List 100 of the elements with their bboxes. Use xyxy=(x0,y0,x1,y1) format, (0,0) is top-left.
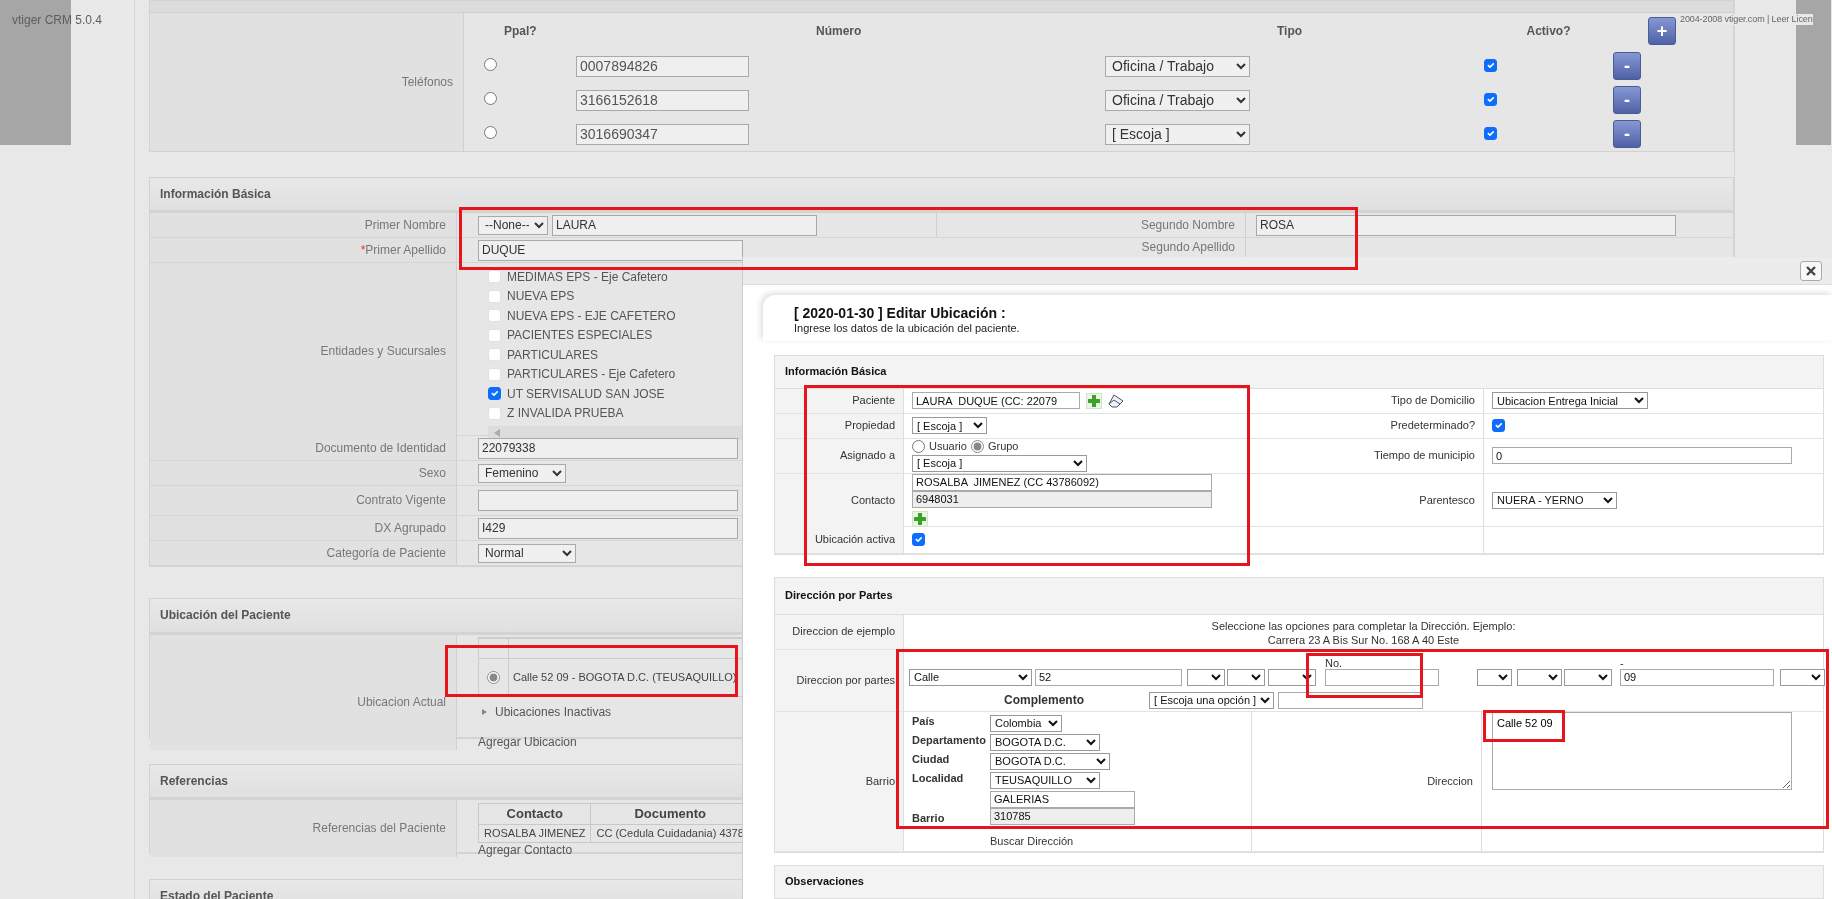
checkbox[interactable] xyxy=(1484,92,1497,106)
dropdown[interactable]: Femenino xyxy=(478,463,566,483)
dropdown[interactable] xyxy=(1187,669,1225,686)
dropdown[interactable]: [ Escoja ] xyxy=(912,454,1087,472)
required-mark: * xyxy=(360,242,366,258)
dropdown[interactable]: Oficina / Trabajo xyxy=(1105,89,1250,111)
remove-button[interactable]: - xyxy=(1613,86,1641,114)
field-label: Ubicación activa xyxy=(814,533,895,547)
text-field[interactable]: 09 xyxy=(1620,669,1774,686)
radio-button[interactable] xyxy=(484,91,497,105)
option-label: Usuario xyxy=(929,440,967,454)
checkbox[interactable] xyxy=(912,533,925,547)
dropdown[interactable] xyxy=(1780,669,1825,686)
dropdown[interactable] xyxy=(1477,669,1512,686)
field-label: Contrato Vigente xyxy=(356,493,446,508)
add-location-link[interactable]: Agregar Ubicacion xyxy=(478,735,577,750)
text-field[interactable] xyxy=(478,490,738,511)
remove-button[interactable]: - xyxy=(1613,52,1641,80)
field-label: Primer Apellido xyxy=(365,242,446,258)
dropdown[interactable] xyxy=(1517,669,1562,686)
dialog-title: [ 2020-01-30 ] Editar Ubicación : xyxy=(794,305,1007,322)
dropdown[interactable]: Oficina / Trabajo xyxy=(1105,55,1250,77)
dropdown[interactable]: Ubicacion Entrega Inicial xyxy=(1492,392,1648,410)
scroll-left-icon xyxy=(494,429,500,437)
dropdown[interactable]: TEUSAQUILLO xyxy=(990,772,1100,789)
column-header: Contacto xyxy=(506,806,563,821)
field-label: Barrio xyxy=(865,774,895,789)
entity-label: Z INVALIDA PRUEBA xyxy=(507,406,624,421)
section-header: Información Básica xyxy=(775,356,1823,389)
text-field[interactable]: 22079338 xyxy=(478,437,738,459)
footer-text: 2004-2008 vtiger.com | Leer Licen xyxy=(1680,14,1813,25)
checkbox[interactable] xyxy=(1484,58,1497,72)
radio-button[interactable] xyxy=(970,440,984,454)
dropdown[interactable]: [ Escoja ] xyxy=(1105,123,1250,145)
phone-field[interactable]: 3016690347 xyxy=(576,123,749,145)
radio-button[interactable] xyxy=(484,125,497,139)
phone-field[interactable]: 0007894826 xyxy=(576,55,749,77)
column-header: Ppal? xyxy=(504,23,537,38)
toggle-link[interactable]: Ubicaciones Inactivas xyxy=(495,705,612,720)
entity-label: NUEVA EPS - EJE CAFETERO xyxy=(507,308,676,323)
entity-label: PARTICULARES - Eje Cafetero xyxy=(507,367,676,382)
footer-text: vtiger CRM 5.0.4 xyxy=(12,13,103,27)
close-icon xyxy=(1806,265,1816,276)
field-label: Tiempo de municipio xyxy=(1373,449,1475,463)
column-header: Número xyxy=(816,23,862,38)
radio-button[interactable] xyxy=(484,57,497,71)
column-header: Documento xyxy=(634,806,706,821)
field-label: Segundo Apellido xyxy=(1141,240,1235,255)
add-contact-link[interactable]: Agregar Contacto xyxy=(478,842,573,857)
field-label: Ciudad xyxy=(912,753,951,767)
field-label: Direccion por partes xyxy=(796,673,895,688)
field-label: Primer Nombre xyxy=(364,217,446,233)
dialog-subtitle: Ingrese los datos de la ubicación del paciente. xyxy=(794,321,1021,335)
dropdown[interactable] xyxy=(1564,669,1612,686)
dropdown[interactable]: Calle xyxy=(909,669,1032,686)
close-button[interactable] xyxy=(1800,260,1822,281)
field-label: Departamento xyxy=(912,734,987,748)
field-label: Localidad xyxy=(912,772,965,786)
field-label: Ubicacion Actual xyxy=(357,695,446,710)
text-field[interactable]: LAURA DUQUE (CC: 22079 xyxy=(912,392,1080,410)
text-field[interactable]: I429 xyxy=(478,517,738,539)
checkbox[interactable] xyxy=(488,387,501,401)
eraser-icon xyxy=(1108,394,1124,408)
text-field[interactable]: 52 xyxy=(1035,669,1182,686)
text-field[interactable]: GALERIAS xyxy=(990,791,1135,808)
field-label: Segundo Nombre xyxy=(1140,217,1235,233)
text-field[interactable]: DUQUE xyxy=(478,239,743,261)
field-label: Complemento xyxy=(1004,693,1084,708)
field-label: Contacto xyxy=(850,493,895,508)
dropdown[interactable]: [ Escoja una opción ] xyxy=(1149,692,1274,709)
dropdown[interactable]: BOGOTA D.C. xyxy=(990,753,1110,770)
text-field[interactable]: 0 xyxy=(1492,447,1792,465)
remove-button[interactable]: - xyxy=(1613,120,1641,148)
dropdown[interactable]: NUERA - YERNO xyxy=(1492,492,1617,509)
text-field[interactable]: ROSA xyxy=(1256,214,1676,236)
radio-button[interactable] xyxy=(912,440,925,454)
phone-field[interactable]: 3166152618 xyxy=(576,89,749,111)
text-field[interactable] xyxy=(1325,669,1439,686)
dropdown[interactable]: [ Escoja ] xyxy=(912,417,987,435)
checkbox[interactable] xyxy=(1484,126,1497,140)
example-text: Seleccione las opciones para completar la Dirección. Ejemplo: xyxy=(1211,620,1516,632)
field-label: Asignado a xyxy=(839,449,895,463)
entity-label: PARTICULARES xyxy=(507,347,598,362)
dropdown[interactable] xyxy=(1227,669,1265,686)
example-text: Carrera 23 A Bis Sur No. 168 A 40 Este xyxy=(1267,634,1460,646)
checkbox[interactable] xyxy=(1492,419,1505,433)
text-field[interactable]: LAURA xyxy=(552,214,817,236)
search-address-link[interactable]: Buscar Dirección xyxy=(990,835,1074,849)
dropdown[interactable]: Colombia xyxy=(990,715,1062,732)
address-textarea[interactable]: Calle 52 09 xyxy=(1492,712,1792,790)
table-cell: ROSALBA JIMENEZ xyxy=(484,826,586,839)
radio-button[interactable] xyxy=(487,671,500,684)
dropdown[interactable]: Normal xyxy=(478,543,576,563)
field-label: DX Agrupado xyxy=(374,520,446,536)
dropdown[interactable]: --None-- xyxy=(478,215,548,235)
field-caption: No. xyxy=(1325,657,1344,669)
dropdown[interactable]: BOGOTA D.C. xyxy=(990,734,1100,751)
field-caption: - xyxy=(1620,657,1625,669)
add-button[interactable]: + xyxy=(1648,17,1676,45)
field-label: Parentesco xyxy=(1419,493,1475,508)
